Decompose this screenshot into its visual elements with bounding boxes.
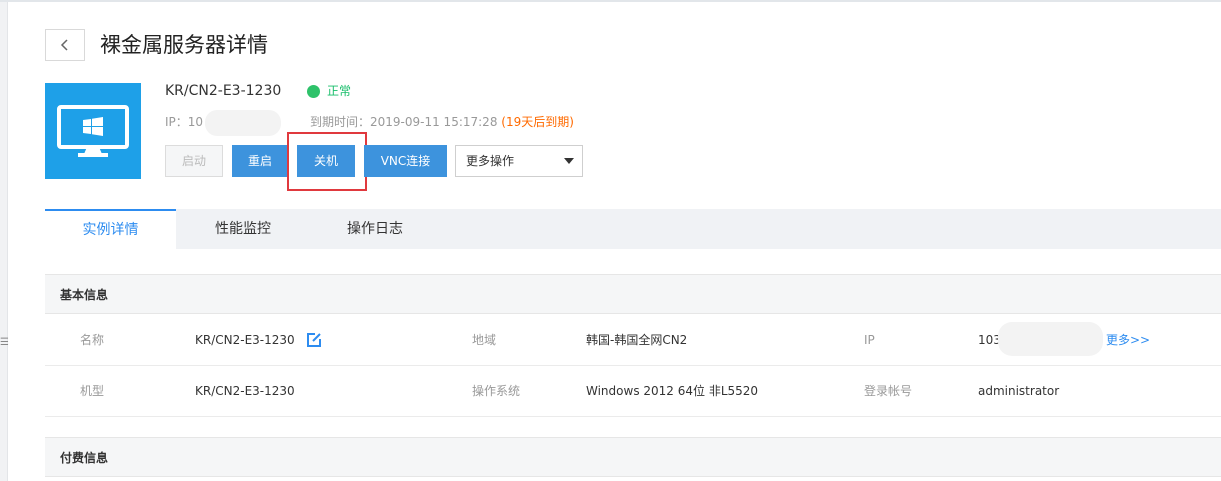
restart-button[interactable]: 重启: [232, 145, 288, 177]
start-button[interactable]: 启动: [165, 145, 223, 177]
more-actions-dropdown[interactable]: 更多操作: [455, 145, 583, 177]
chevron-left-icon: [60, 39, 68, 51]
left-sidebar-rail: [0, 2, 8, 481]
region-label: 地域: [472, 333, 497, 347]
windows-monitor-icon: [57, 105, 129, 157]
status-text: 正常: [327, 84, 352, 98]
expire-warning: (19天后到期): [501, 115, 574, 129]
status-badge: 正常: [307, 83, 351, 99]
shutdown-highlight-box: [287, 132, 367, 191]
caret-down-icon: [564, 158, 574, 164]
name-value: KR/CN2-E3-1230: [195, 333, 295, 347]
edit-icon[interactable]: [306, 332, 322, 348]
expire-time: 到期时间：2019-09-11 15:17:28: [310, 115, 498, 129]
ip-value-redaction: [998, 322, 1103, 356]
row-divider: [45, 416, 1221, 417]
back-button[interactable]: [45, 29, 85, 61]
ip-summary: IP：10: [165, 115, 204, 129]
model-label: 机型: [80, 384, 105, 398]
detail-tabs: 实例详情 性能监控 操作日志: [45, 209, 1221, 249]
os-value: Windows 2012 64位 非L5520: [586, 384, 759, 398]
name-label: 名称: [80, 333, 105, 347]
server-os-tile: [45, 83, 141, 179]
tab-operation-log[interactable]: 操作日志: [310, 209, 440, 249]
status-dot-icon: [307, 84, 320, 98]
more-actions-label: 更多操作: [466, 154, 515, 168]
row-divider: [45, 365, 1221, 366]
top-border: [0, 0, 1221, 2]
more-ip-link[interactable]: 更多>>: [1106, 332, 1150, 348]
vnc-connect-button[interactable]: VNC连接: [364, 145, 447, 177]
server-name: KR/CN2-E3-1230: [165, 83, 282, 99]
billing-info-header: 付费信息: [45, 437, 1221, 477]
login-account-value: administrator: [978, 384, 1060, 398]
ip-redaction: [205, 110, 281, 136]
tab-performance-monitor[interactable]: 性能监控: [176, 209, 310, 249]
model-value: KR/CN2-E3-1230: [195, 384, 295, 398]
region-value: 韩国-韩国全网CN2: [586, 333, 688, 347]
page-title: 裸金属服务器详情: [100, 33, 268, 57]
expire-info: 到期时间：2019-09-11 15:17:28 (19天后到期): [310, 114, 574, 130]
ip-label: IP: [864, 333, 875, 347]
sidebar-collapse-icon[interactable]: ☰: [0, 337, 9, 348]
tab-instance-details[interactable]: 实例详情: [45, 209, 176, 249]
basic-info-header: 基本信息: [45, 274, 1221, 314]
os-label: 操作系统: [472, 384, 521, 398]
login-account-label: 登录帐号: [864, 384, 913, 398]
